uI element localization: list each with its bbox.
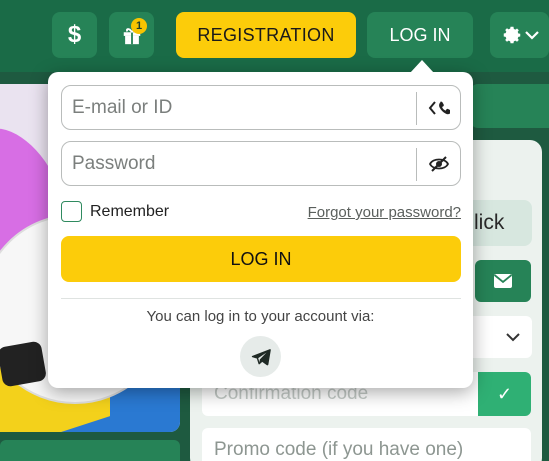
deposit-button[interactable]: $ [52,12,97,58]
email-input[interactable] [62,87,402,128]
telegram-login-button[interactable] [240,336,281,377]
password-field-wrapper [61,141,461,186]
chevron-down-icon [524,31,539,40]
email-option-button[interactable] [475,260,531,302]
gear-icon [503,26,520,44]
login-popup: Remember Forgot your password? LOG IN Yo… [48,72,473,388]
promo-code-input[interactable]: Promo code (if you have one) [202,428,531,461]
social-login-caption: You can log in to your account via: [146,308,375,325]
remember-checkbox[interactable] [61,201,82,222]
login-submit-button[interactable]: LOG IN [61,236,461,282]
banner-bottom-strip [0,440,180,461]
gift-badge: 1 [131,18,147,34]
check-icon: ✓ [496,383,513,404]
phone-switch-icon[interactable] [428,98,450,118]
password-input[interactable] [62,143,402,184]
dollar-icon: $ [67,21,82,48]
email-field-wrapper [61,85,461,130]
login-header-button[interactable]: LOG IN [367,12,473,58]
telegram-icon [251,348,271,365]
remember-me[interactable]: Remember [61,201,169,222]
confirm-code-button[interactable]: ✓ [478,372,531,416]
settings-button[interactable] [490,12,549,58]
chevron-down-icon [506,333,520,342]
remember-label: Remember [90,202,170,220]
bonus-button[interactable]: 1 [109,12,154,58]
envelope-icon [493,274,513,288]
popup-pointer [410,60,434,73]
divider [61,298,461,299]
eye-off-icon[interactable] [428,154,450,174]
registration-tab[interactable] [470,84,549,128]
registration-button[interactable]: REGISTRATION [176,12,356,58]
forgot-password-link[interactable]: Forgot your password? [308,204,461,221]
